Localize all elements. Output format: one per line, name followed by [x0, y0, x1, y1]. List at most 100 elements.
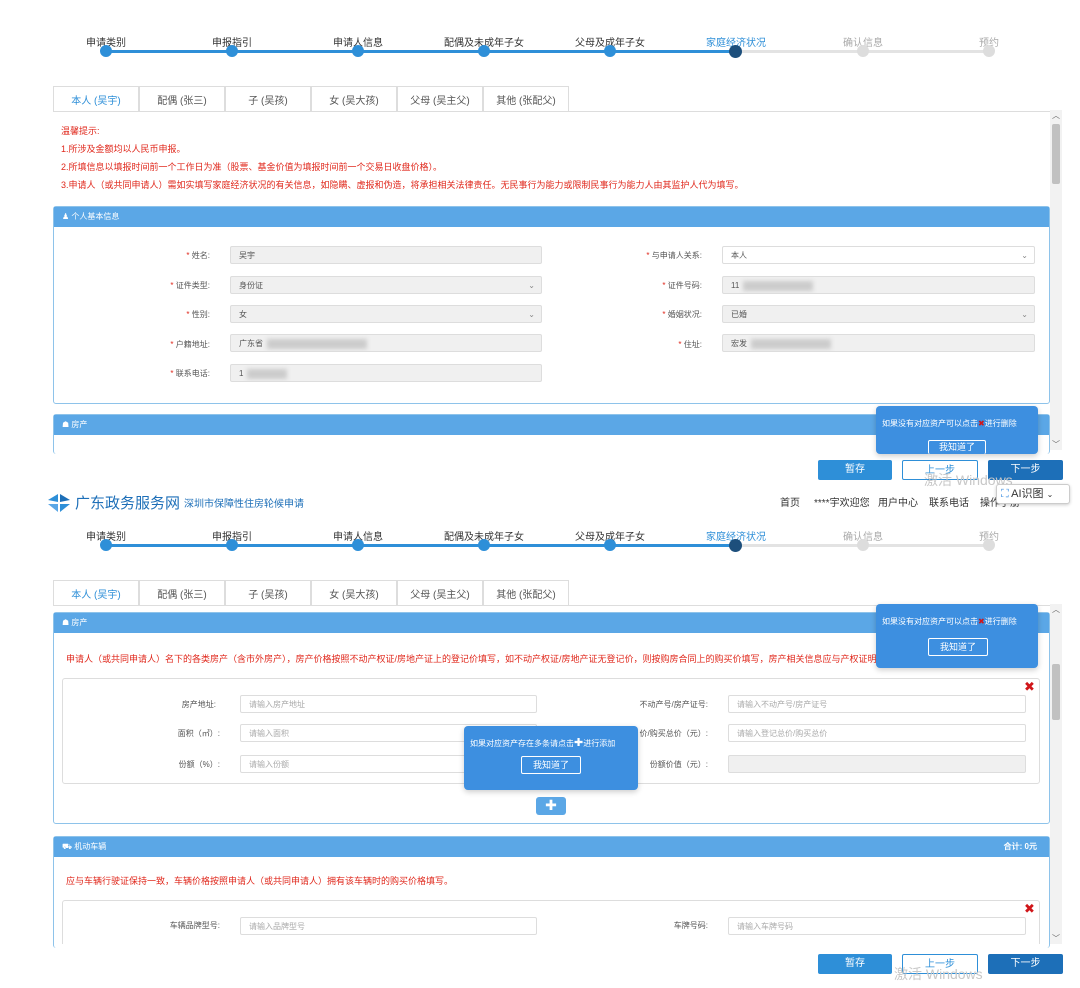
- phone-label: * 联系电话:: [170, 369, 210, 378]
- tab-other[interactable]: 其他 (张配父): [483, 86, 569, 111]
- tab-son[interactable]: 子 (吴孩): [225, 86, 311, 111]
- chevron-down-icon: ⌄: [1021, 251, 1028, 260]
- nav-welcome: ****宇欢迎您: [814, 498, 870, 509]
- step-7: 确认信息: [813, 34, 913, 57]
- property-cert-input[interactable]: 请输入不动产号/房产证号: [728, 695, 1026, 713]
- site-subtitle: 深圳市保障性住房轮候申请: [184, 499, 305, 510]
- relation-select[interactable]: 本人 ⌄: [722, 246, 1035, 264]
- name-label: * 姓名:: [186, 251, 210, 260]
- vehicle-total: 合计: 0元: [1003, 842, 1037, 851]
- property-price-input[interactable]: 请输入登记总价/购买总价: [728, 724, 1026, 742]
- hukou-field[interactable]: 广东省: [230, 334, 542, 352]
- site-logo[interactable]: 广东政务服务网 深圳市保障性住房轮候申请: [48, 492, 304, 513]
- tip-2: 2.所填信息以填报时间前一个工作日为准（股票、基金价值为填报时间前一个交易日收盘…: [61, 162, 443, 172]
- address-field[interactable]: 宏发: [722, 334, 1035, 352]
- scroll-up-icon[interactable]: ︿: [1050, 110, 1062, 121]
- step-1: 申请类别: [56, 34, 156, 57]
- step-8: 预约: [939, 528, 1039, 551]
- vehicle-plate-label: 车牌号码:: [673, 921, 708, 930]
- plus-icon: ✚: [574, 737, 584, 749]
- vehicle-model-input[interactable]: 请输入品牌型号: [240, 917, 537, 935]
- tab-spouse[interactable]: 配偶 (张三): [139, 86, 225, 111]
- gov-logo-icon: [48, 493, 70, 512]
- address-label: * 住址:: [678, 340, 702, 349]
- idtype-label: * 证件类型:: [170, 281, 210, 290]
- tips-title: 温馨提示:: [61, 126, 100, 136]
- nav-user-center[interactable]: 用户中心: [878, 494, 918, 514]
- delete-tip-popup-top: 如果没有对应资产可以点击✖进行删除 我知道了: [876, 406, 1038, 454]
- got-it-button-top[interactable]: 我知道了: [928, 440, 986, 454]
- property-note: 申请人（或共同申请人）名下的各类房产（含市外房产），房产价格按照不动产权证/房地…: [66, 654, 876, 664]
- property-share-label: 份额（%）:: [178, 760, 220, 769]
- step-3: 申请人信息: [308, 528, 408, 551]
- step-2: 申报指引: [182, 34, 282, 57]
- step-7: 确认信息: [813, 528, 913, 551]
- tab-self[interactable]: 本人 (吴宇): [53, 86, 139, 111]
- save-button[interactable]: 暂存: [818, 954, 892, 974]
- scrollbar-top[interactable]: ︿ ﹀: [1050, 110, 1062, 450]
- scroll-down-icon[interactable]: ﹀: [1050, 933, 1062, 944]
- personal-info-header: ♟ 个人基本信息: [54, 207, 1049, 227]
- tip-1: 1.所涉及金额均以人民币申报。: [61, 144, 186, 154]
- chevron-down-icon: ⌄: [1021, 310, 1028, 319]
- scroll-up-icon[interactable]: ︿: [1050, 604, 1062, 615]
- phone-field[interactable]: 1: [230, 364, 542, 382]
- step-4: 配偶及未成年子女: [434, 34, 534, 57]
- add-property-button[interactable]: ✚: [536, 797, 566, 815]
- idtype-select[interactable]: 身份证 ⌄: [230, 276, 542, 294]
- property-addr-label: 房产地址:: [181, 700, 216, 709]
- property-cert-label: 不动产号/房产证号:: [639, 700, 708, 709]
- step-1: 申请类别: [56, 528, 156, 551]
- gender-select[interactable]: 女 ⌄: [230, 305, 542, 323]
- tab-son[interactable]: 子 (吴孩): [225, 580, 311, 605]
- plus-icon: ✚: [545, 797, 557, 813]
- vehicle-header: ⛟ 机动车辆 合计: 0元: [54, 837, 1049, 857]
- step-5: 父母及成年子女: [560, 528, 660, 551]
- relation-label: * 与申请人关系:: [646, 251, 702, 260]
- marital-select[interactable]: 已婚 ⌄: [722, 305, 1035, 323]
- tab-daughter[interactable]: 女 (吴大孩): [311, 580, 397, 605]
- tips-box: 温馨提示: 1.所涉及金额均以人民币申报。 2.所填信息以填报时间前一个工作日为…: [61, 122, 1041, 194]
- step-6-current: 家庭经济状况: [686, 34, 786, 58]
- idno-label: * 证件号码:: [662, 281, 702, 290]
- tab-other[interactable]: 其他 (张配父): [483, 580, 569, 605]
- tab-daughter[interactable]: 女 (吴大孩): [311, 86, 397, 111]
- hukou-label: * 户籍地址:: [170, 340, 210, 349]
- step-8: 预约: [939, 34, 1039, 57]
- property-addr-input[interactable]: 请输入房产地址: [240, 695, 537, 713]
- tab-spouse[interactable]: 配偶 (张三): [139, 580, 225, 605]
- delete-property-icon[interactable]: ✖: [1024, 679, 1035, 695]
- scrollbar-bottom[interactable]: ︿ ﹀: [1050, 604, 1062, 944]
- name-field[interactable]: 吴宇: [230, 246, 542, 264]
- chevron-down-icon: ⌄: [528, 310, 535, 319]
- save-button-top[interactable]: 暂存: [818, 460, 892, 480]
- tab-parents[interactable]: 父母 (吴主父): [397, 86, 483, 111]
- progress-steps-top: 申请类别 申报指引 申请人信息 配偶及未成年子女 父母及成年子女 家庭经济状况 …: [0, 34, 1080, 74]
- close-x-icon: ✖: [978, 419, 985, 428]
- logo-text: 广东政务服务网: [75, 495, 181, 512]
- chevron-down-icon: ⌄: [528, 281, 535, 290]
- gender-label: * 性别:: [186, 310, 210, 319]
- got-it-button-add[interactable]: 我知道了: [521, 756, 581, 774]
- windows-watermark: 激活 Windows: [894, 966, 983, 982]
- tab-self[interactable]: 本人 (吴宇): [53, 580, 139, 605]
- idno-field[interactable]: 11: [722, 276, 1035, 294]
- tab-parents[interactable]: 父母 (吴主父): [397, 580, 483, 605]
- nav-contact[interactable]: 联系电话: [929, 494, 969, 514]
- scroll-down-icon[interactable]: ﹀: [1050, 439, 1062, 450]
- member-tabs-top: 本人 (吴宇) 配偶 (张三) 子 (吴孩) 女 (吴大孩) 父母 (吴主父) …: [53, 86, 569, 111]
- marital-label: * 婚姻状况:: [662, 310, 702, 319]
- step-4: 配偶及未成年子女: [434, 528, 534, 551]
- next-button[interactable]: 下一步: [988, 954, 1063, 974]
- delete-tip-popup: 如果没有对应资产可以点击✖进行删除 我知道了: [876, 604, 1038, 668]
- member-tabs-bottom: 本人 (吴宇) 配偶 (张三) 子 (吴孩) 女 (吴大孩) 父母 (吴主父) …: [53, 580, 569, 605]
- ai-icon: ⛶: [1001, 488, 1009, 500]
- step-6-current: 家庭经济状况: [686, 528, 786, 552]
- nav-home[interactable]: 首页: [780, 494, 800, 514]
- got-it-button-delete[interactable]: 我知道了: [928, 638, 988, 656]
- progress-steps-bottom: 申请类别 申报指引 申请人信息 配偶及未成年子女 父母及成年子女 家庭经济状况 …: [0, 528, 1080, 568]
- vehicle-plate-input[interactable]: 请输入车牌号码: [728, 917, 1026, 935]
- delete-vehicle-icon[interactable]: ✖: [1024, 901, 1035, 917]
- step-3: 申请人信息: [308, 34, 408, 57]
- ai-recognize-button[interactable]: ⛶ AI识图 ⌄: [996, 484, 1070, 504]
